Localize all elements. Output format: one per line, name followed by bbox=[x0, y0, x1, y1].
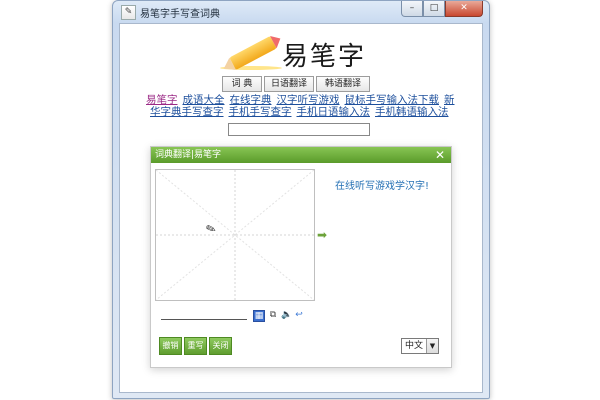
tab-bar: 词 典 日语翻译 韩语翻译 bbox=[222, 76, 370, 92]
arrow-right-icon[interactable]: ➡ bbox=[317, 229, 331, 241]
dialog-title: 词典翻译|易笔字 bbox=[155, 150, 222, 160]
close-button[interactable]: 关闭 bbox=[209, 337, 232, 355]
link-xin[interactable]: 新 bbox=[444, 94, 455, 106]
rewrite-button[interactable]: 重写 bbox=[184, 337, 207, 355]
client-area: 易笔字 词 典 日语翻译 韩语翻译 易笔字 成语大全 在线字典 汉字听写游戏 鼠标手写输… bbox=[119, 23, 483, 393]
close-window-button[interactable]: ✕ bbox=[445, 1, 483, 17]
handwriting-pad[interactable]: ✎ bbox=[155, 169, 315, 301]
link-online-dictionary[interactable]: 在线字典 bbox=[230, 94, 272, 106]
maximize-button[interactable]: □ bbox=[423, 1, 445, 17]
chevron-down-icon[interactable]: ▼ bbox=[426, 339, 438, 353]
search-input[interactable] bbox=[228, 123, 370, 136]
window-controls: – □ ✕ bbox=[401, 1, 483, 17]
link-mouse-input-download[interactable]: 鼠标手写输入法下载 bbox=[345, 94, 440, 106]
tab-korean-translation[interactable]: 韩语翻译 bbox=[316, 76, 370, 92]
window-title: 易笔字手写查词典 bbox=[140, 9, 220, 20]
dialog-close-icon[interactable]: ✕ bbox=[435, 147, 445, 163]
pencil-icon bbox=[229, 36, 277, 70]
link-mobile-japanese-input[interactable]: 手机日语输入法 bbox=[297, 106, 371, 118]
tab-japanese-translation[interactable]: 日语翻译 bbox=[264, 76, 314, 92]
speaker-icon[interactable]: 🔈 bbox=[281, 310, 292, 320]
link-yibizi[interactable]: 易笔字 bbox=[146, 94, 178, 106]
title-bar[interactable]: ✎ 易笔字手写查词典 – □ ✕ bbox=[113, 1, 489, 23]
translation-dialog: 词典翻译|易笔字 ✕ ✎ ➡ 在线听写游戏学汉字! ▦ ⧉ 🔈 ↩ 撤销 重写 … bbox=[150, 146, 452, 368]
language-value: 中文 bbox=[405, 341, 424, 351]
tool-icons: ▦ ⧉ 🔈 ↩ bbox=[253, 310, 304, 322]
action-buttons: 撤销 重写 关闭 bbox=[159, 337, 232, 355]
link-mobile-handwriting[interactable]: 手机手写查字 bbox=[229, 106, 292, 118]
undo-button[interactable]: 撤销 bbox=[159, 337, 182, 355]
pad-grid bbox=[156, 170, 314, 300]
link-dictation-game[interactable]: 汉字听写游戏 bbox=[277, 94, 340, 106]
app-icon: ✎ bbox=[121, 5, 136, 20]
logo: 易笔字 bbox=[220, 28, 390, 76]
link-mobile-korean-input[interactable]: 手机韩语输入法 bbox=[375, 106, 449, 118]
link-idioms[interactable]: 成语大全 bbox=[183, 94, 225, 106]
link-row-1: 易笔字 成语大全 在线字典 汉字听写游戏 鼠标手写输入法下载新 bbox=[146, 94, 470, 106]
promo-link[interactable]: 在线听写游戏学汉字! bbox=[335, 177, 429, 192]
copy-icon[interactable]: ⧉ bbox=[268, 310, 278, 320]
app-window: ✎ 易笔字手写查词典 – □ ✕ 易笔字 词 典 日语翻译 韩语翻译 易笔字 成语… bbox=[112, 0, 490, 399]
logo-text: 易笔字 bbox=[282, 42, 367, 72]
link-list: 易笔字 成语大全 在线字典 汉字听写游戏 鼠标手写输入法下载新 华字典手写查字 手机手写查… bbox=[146, 94, 470, 118]
keyboard-icon[interactable]: ▦ bbox=[253, 310, 265, 322]
dialog-header: 词典翻译|易笔字 ✕ bbox=[151, 147, 451, 163]
link-xinhua-handwriting[interactable]: 华字典手写查字 bbox=[150, 106, 224, 118]
back-icon[interactable]: ↩ bbox=[294, 310, 304, 320]
language-select[interactable]: 中文 ▼ bbox=[401, 338, 439, 354]
tab-dictionary[interactable]: 词 典 bbox=[222, 76, 262, 92]
link-row-2: 华字典手写查字 手机手写查字 手机日语输入法 手机韩语输入法 bbox=[150, 106, 470, 118]
result-field[interactable] bbox=[161, 319, 247, 320]
minimize-button[interactable]: – bbox=[401, 1, 423, 17]
